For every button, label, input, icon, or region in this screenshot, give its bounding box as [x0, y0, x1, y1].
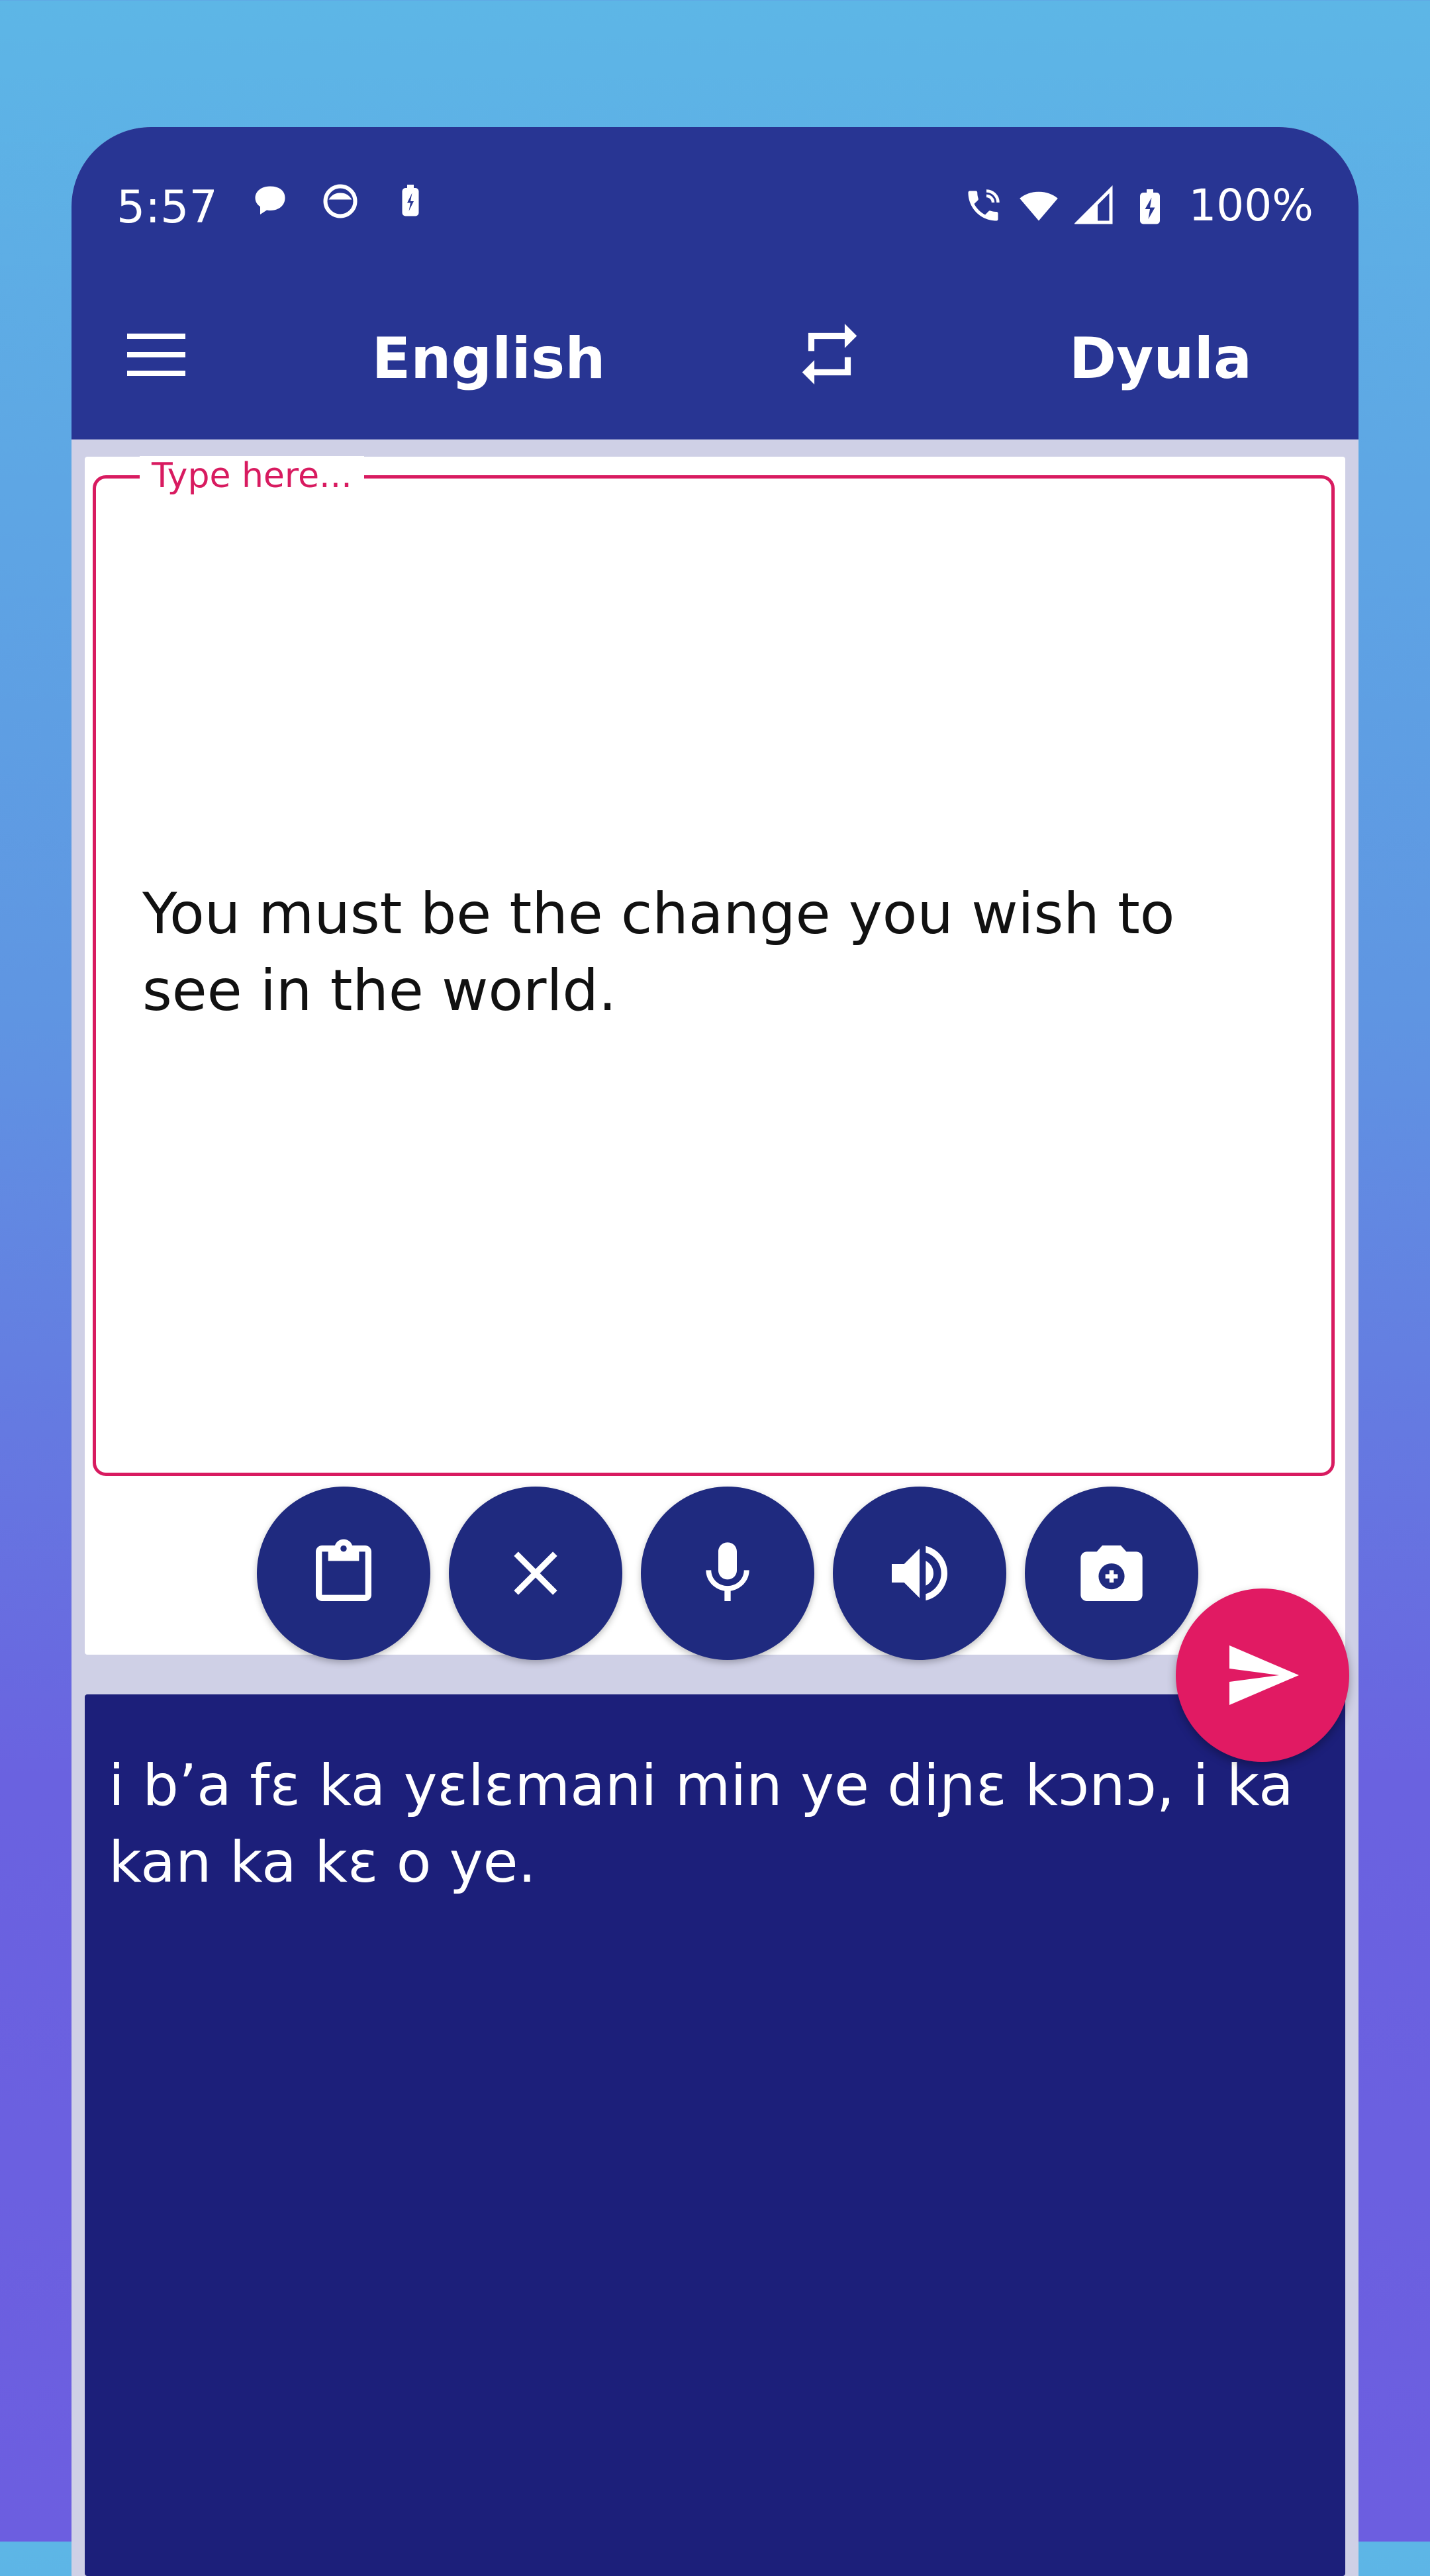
source-language-button[interactable]: English — [350, 326, 628, 392]
battery-saver-icon — [402, 185, 419, 216]
phone-screen: 5:57 100% English Dyula Type here... You… — [72, 127, 1358, 2576]
close-icon — [514, 1551, 557, 1595]
chat-bubble-icon — [255, 186, 285, 214]
signal-icon — [1074, 185, 1113, 224]
notification-icons — [250, 180, 430, 222]
input-label: Type here... — [140, 456, 364, 496]
speaker-icon — [892, 1545, 947, 1601]
input-card: Type here... You must be the change you … — [85, 456, 1345, 1660]
output-text: i b’a fɛ ka yɛlɛmani min ye diɲɛ kɔnɔ, i… — [109, 1753, 1294, 1896]
input-toolbar — [257, 1487, 1198, 1660]
battery-charging-icon — [1140, 189, 1161, 224]
speak-button[interactable] — [833, 1487, 1006, 1660]
app-bar: English Dyula — [72, 286, 1358, 439]
microphone-icon — [706, 1542, 749, 1601]
system-icons: 100% — [963, 180, 1313, 231]
battery-percentage: 100% — [1188, 180, 1313, 231]
wifi-calling-icon — [968, 189, 1000, 220]
messenger-icon — [323, 184, 358, 218]
camera-button[interactable] — [1025, 1487, 1198, 1660]
camera-icon — [1080, 1545, 1143, 1601]
send-icon — [1229, 1645, 1299, 1705]
translate-send-button[interactable] — [1176, 1588, 1349, 1762]
paste-button[interactable] — [257, 1487, 430, 1660]
target-language-button[interactable]: Dyula — [1031, 326, 1290, 392]
input-text[interactable]: You must be the change you wish to see i… — [142, 876, 1281, 1029]
wifi-icon — [1020, 191, 1059, 220]
status-bar: 5:57 100% — [72, 127, 1358, 286]
swap-icon[interactable] — [793, 318, 866, 391]
output-card: i b’a fɛ ka yɛlɛmani min ye diɲɛ kɔnɔ, i… — [85, 1694, 1345, 2576]
input-field[interactable]: Type here... You must be the change you … — [93, 456, 1335, 1476]
status-time: 5:57 — [117, 181, 218, 234]
clipboard-icon — [316, 1539, 371, 1601]
clear-button[interactable] — [449, 1487, 622, 1660]
voice-input-button[interactable] — [641, 1487, 814, 1660]
menu-icon[interactable] — [124, 326, 191, 385]
